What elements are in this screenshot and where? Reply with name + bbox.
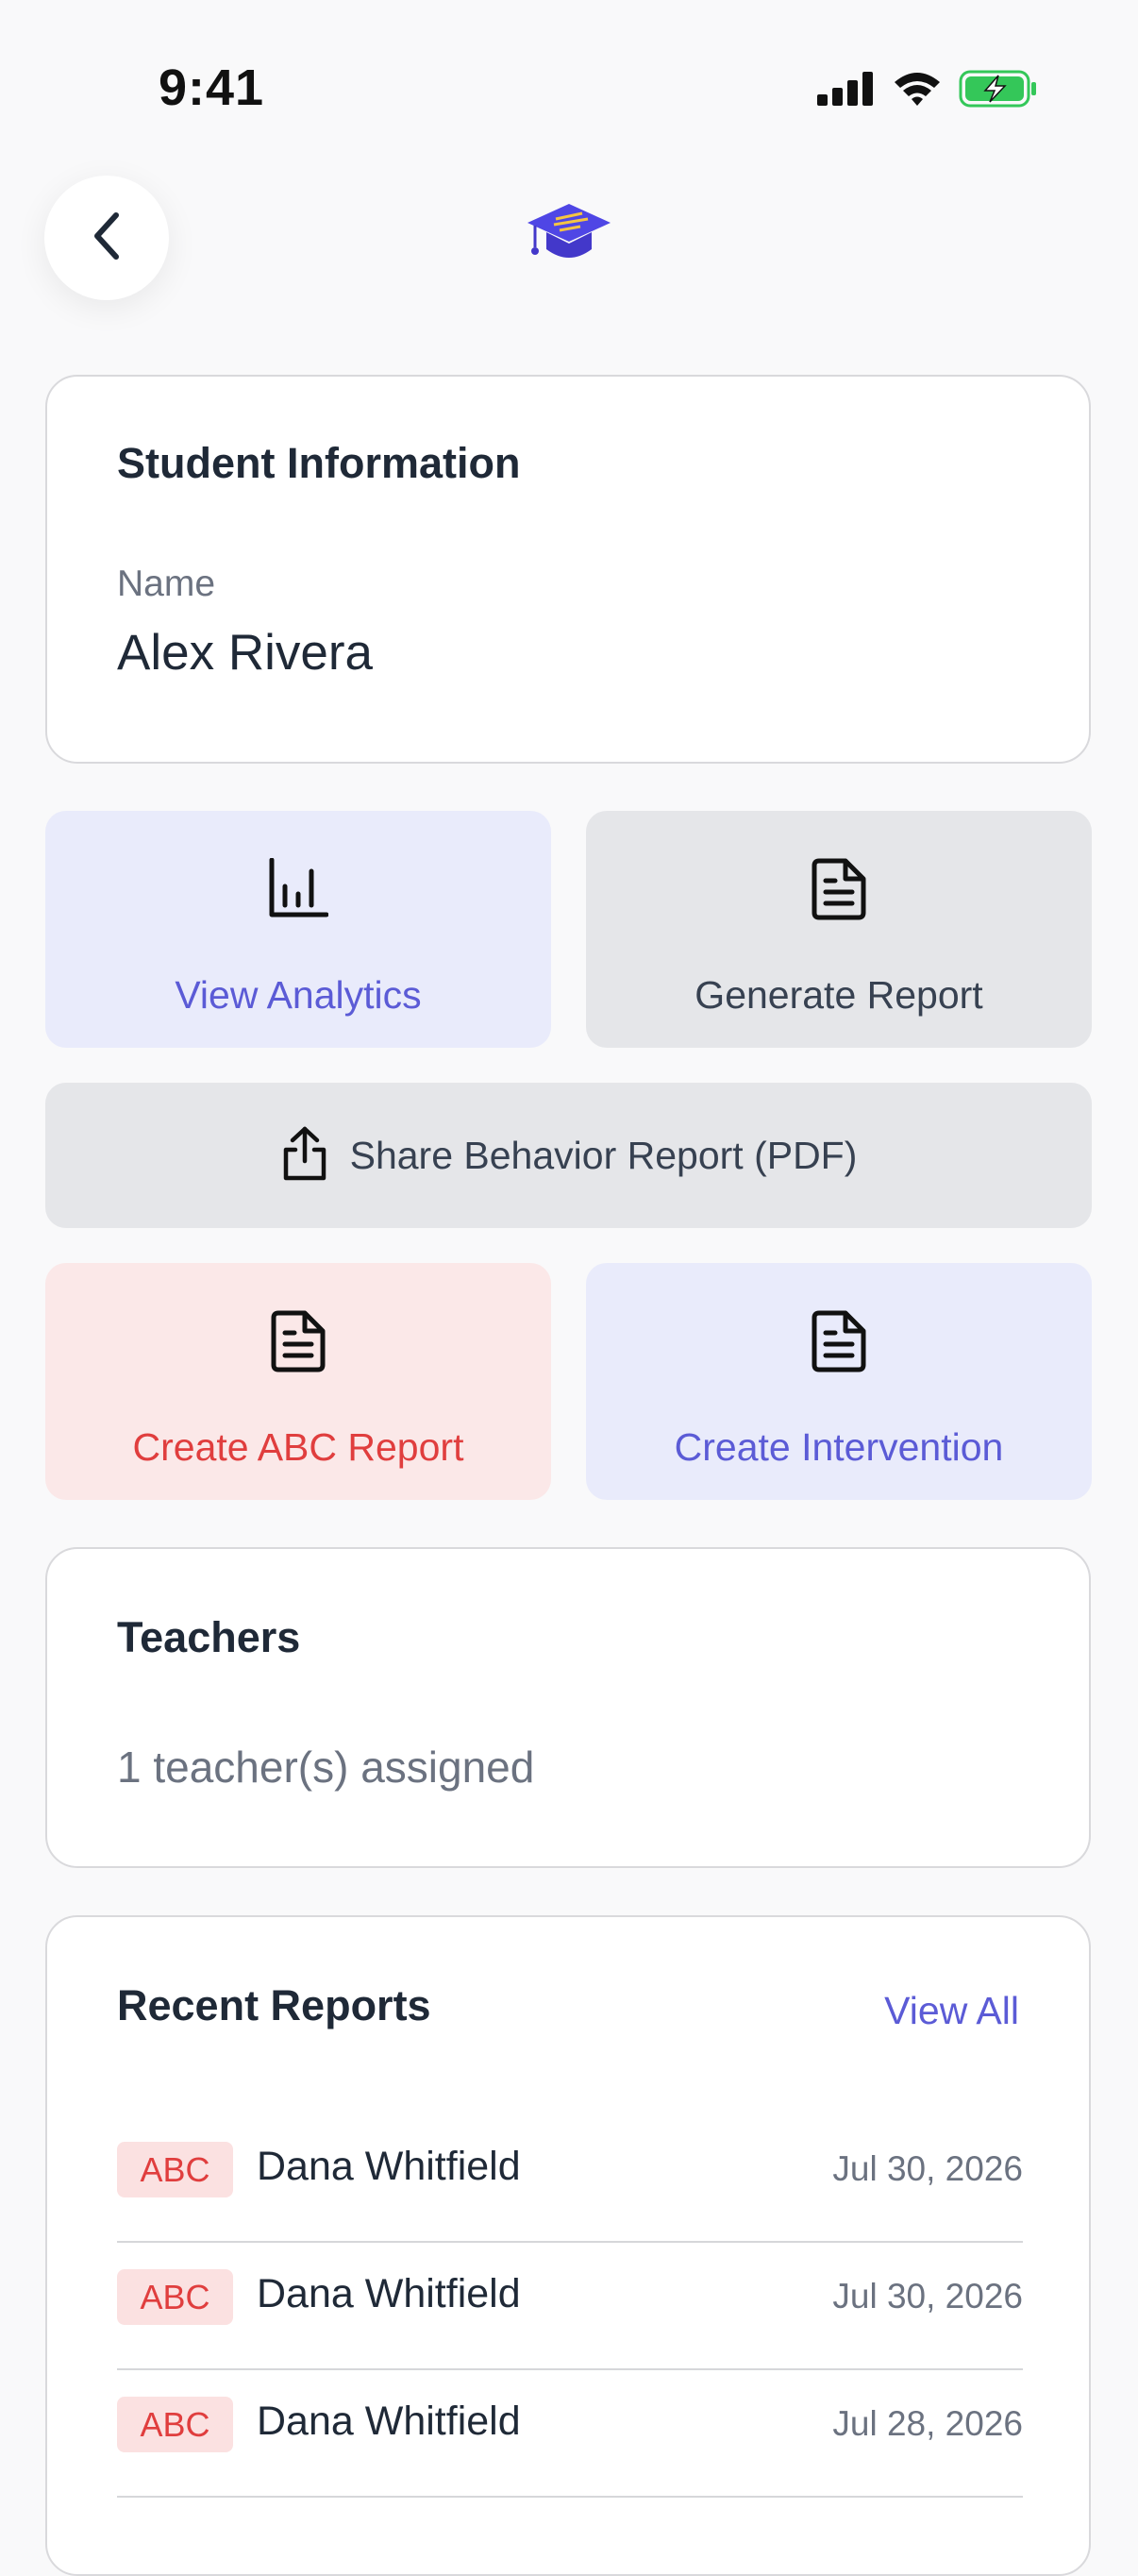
wifi-icon — [893, 71, 942, 111]
name-label: Name — [117, 564, 216, 604]
report-type-badge: ABC — [117, 2269, 233, 2325]
view-analytics-label: View Analytics — [175, 973, 422, 1017]
signal-icon — [817, 72, 876, 110]
create-intervention-label: Create Intervention — [674, 1425, 1004, 1469]
report-date: Jul 30, 2026 — [832, 2277, 1023, 2315]
student-info-card: Student Information Name Alex Rivera — [45, 375, 1091, 764]
teachers-card[interactable]: Teachers 1 teacher(s) assigned — [45, 1547, 1091, 1868]
report-teacher-name: Dana Whitfield — [257, 2271, 521, 2316]
create-abc-report-button[interactable]: Create ABC Report — [45, 1263, 551, 1500]
report-date: Jul 28, 2026 — [832, 2404, 1023, 2443]
teachers-summary: 1 teacher(s) assigned — [117, 1743, 535, 1792]
document-icon — [812, 1310, 866, 1377]
student-name: Alex Rivera — [117, 625, 373, 681]
create-abc-report-label: Create ABC Report — [132, 1425, 464, 1469]
share-icon — [280, 1125, 329, 1187]
report-teacher-name: Dana Whitfield — [257, 2144, 521, 2189]
status-time: 9:41 — [159, 59, 265, 116]
status-bar: 9:41 — [0, 0, 1138, 179]
report-type-badge: ABC — [117, 2142, 233, 2197]
view-analytics-button[interactable]: View Analytics — [45, 811, 551, 1048]
report-row[interactable]: ABC Dana Whitfield Jul 28, 2026 — [117, 2370, 1023, 2498]
generate-report-label: Generate Report — [695, 973, 983, 1017]
share-behavior-report-button[interactable]: Share Behavior Report (PDF) — [45, 1083, 1092, 1228]
recent-reports-card: Recent Reports View All ABC Dana Whitfie… — [45, 1915, 1091, 2576]
view-all-link[interactable]: View All — [884, 1989, 1019, 2033]
report-row[interactable]: ABC Dana Whitfield Jul 30, 2026 — [117, 2243, 1023, 2370]
report-type-badge: ABC — [117, 2397, 233, 2452]
back-button[interactable] — [44, 176, 169, 300]
recent-reports-title: Recent Reports — [117, 1981, 431, 2029]
bar-chart-icon — [268, 857, 329, 923]
report-teacher-name: Dana Whitfield — [257, 2399, 521, 2444]
document-icon — [812, 858, 866, 925]
student-info-title: Student Information — [117, 439, 521, 487]
document-icon — [271, 1310, 326, 1377]
chevron-left-icon — [88, 210, 126, 267]
share-behavior-report-label: Share Behavior Report (PDF) — [349, 1133, 858, 1177]
battery-charging-icon — [959, 70, 1038, 112]
graduation-cap-icon — [526, 200, 612, 274]
report-row[interactable]: ABC Dana Whitfield Jul 30, 2026 — [117, 2115, 1023, 2243]
teachers-title: Teachers — [117, 1613, 301, 1661]
create-intervention-button[interactable]: Create Intervention — [586, 1263, 1092, 1500]
report-date: Jul 30, 2026 — [832, 2149, 1023, 2188]
generate-report-button[interactable]: Generate Report — [586, 811, 1092, 1048]
status-icons — [817, 70, 1038, 112]
